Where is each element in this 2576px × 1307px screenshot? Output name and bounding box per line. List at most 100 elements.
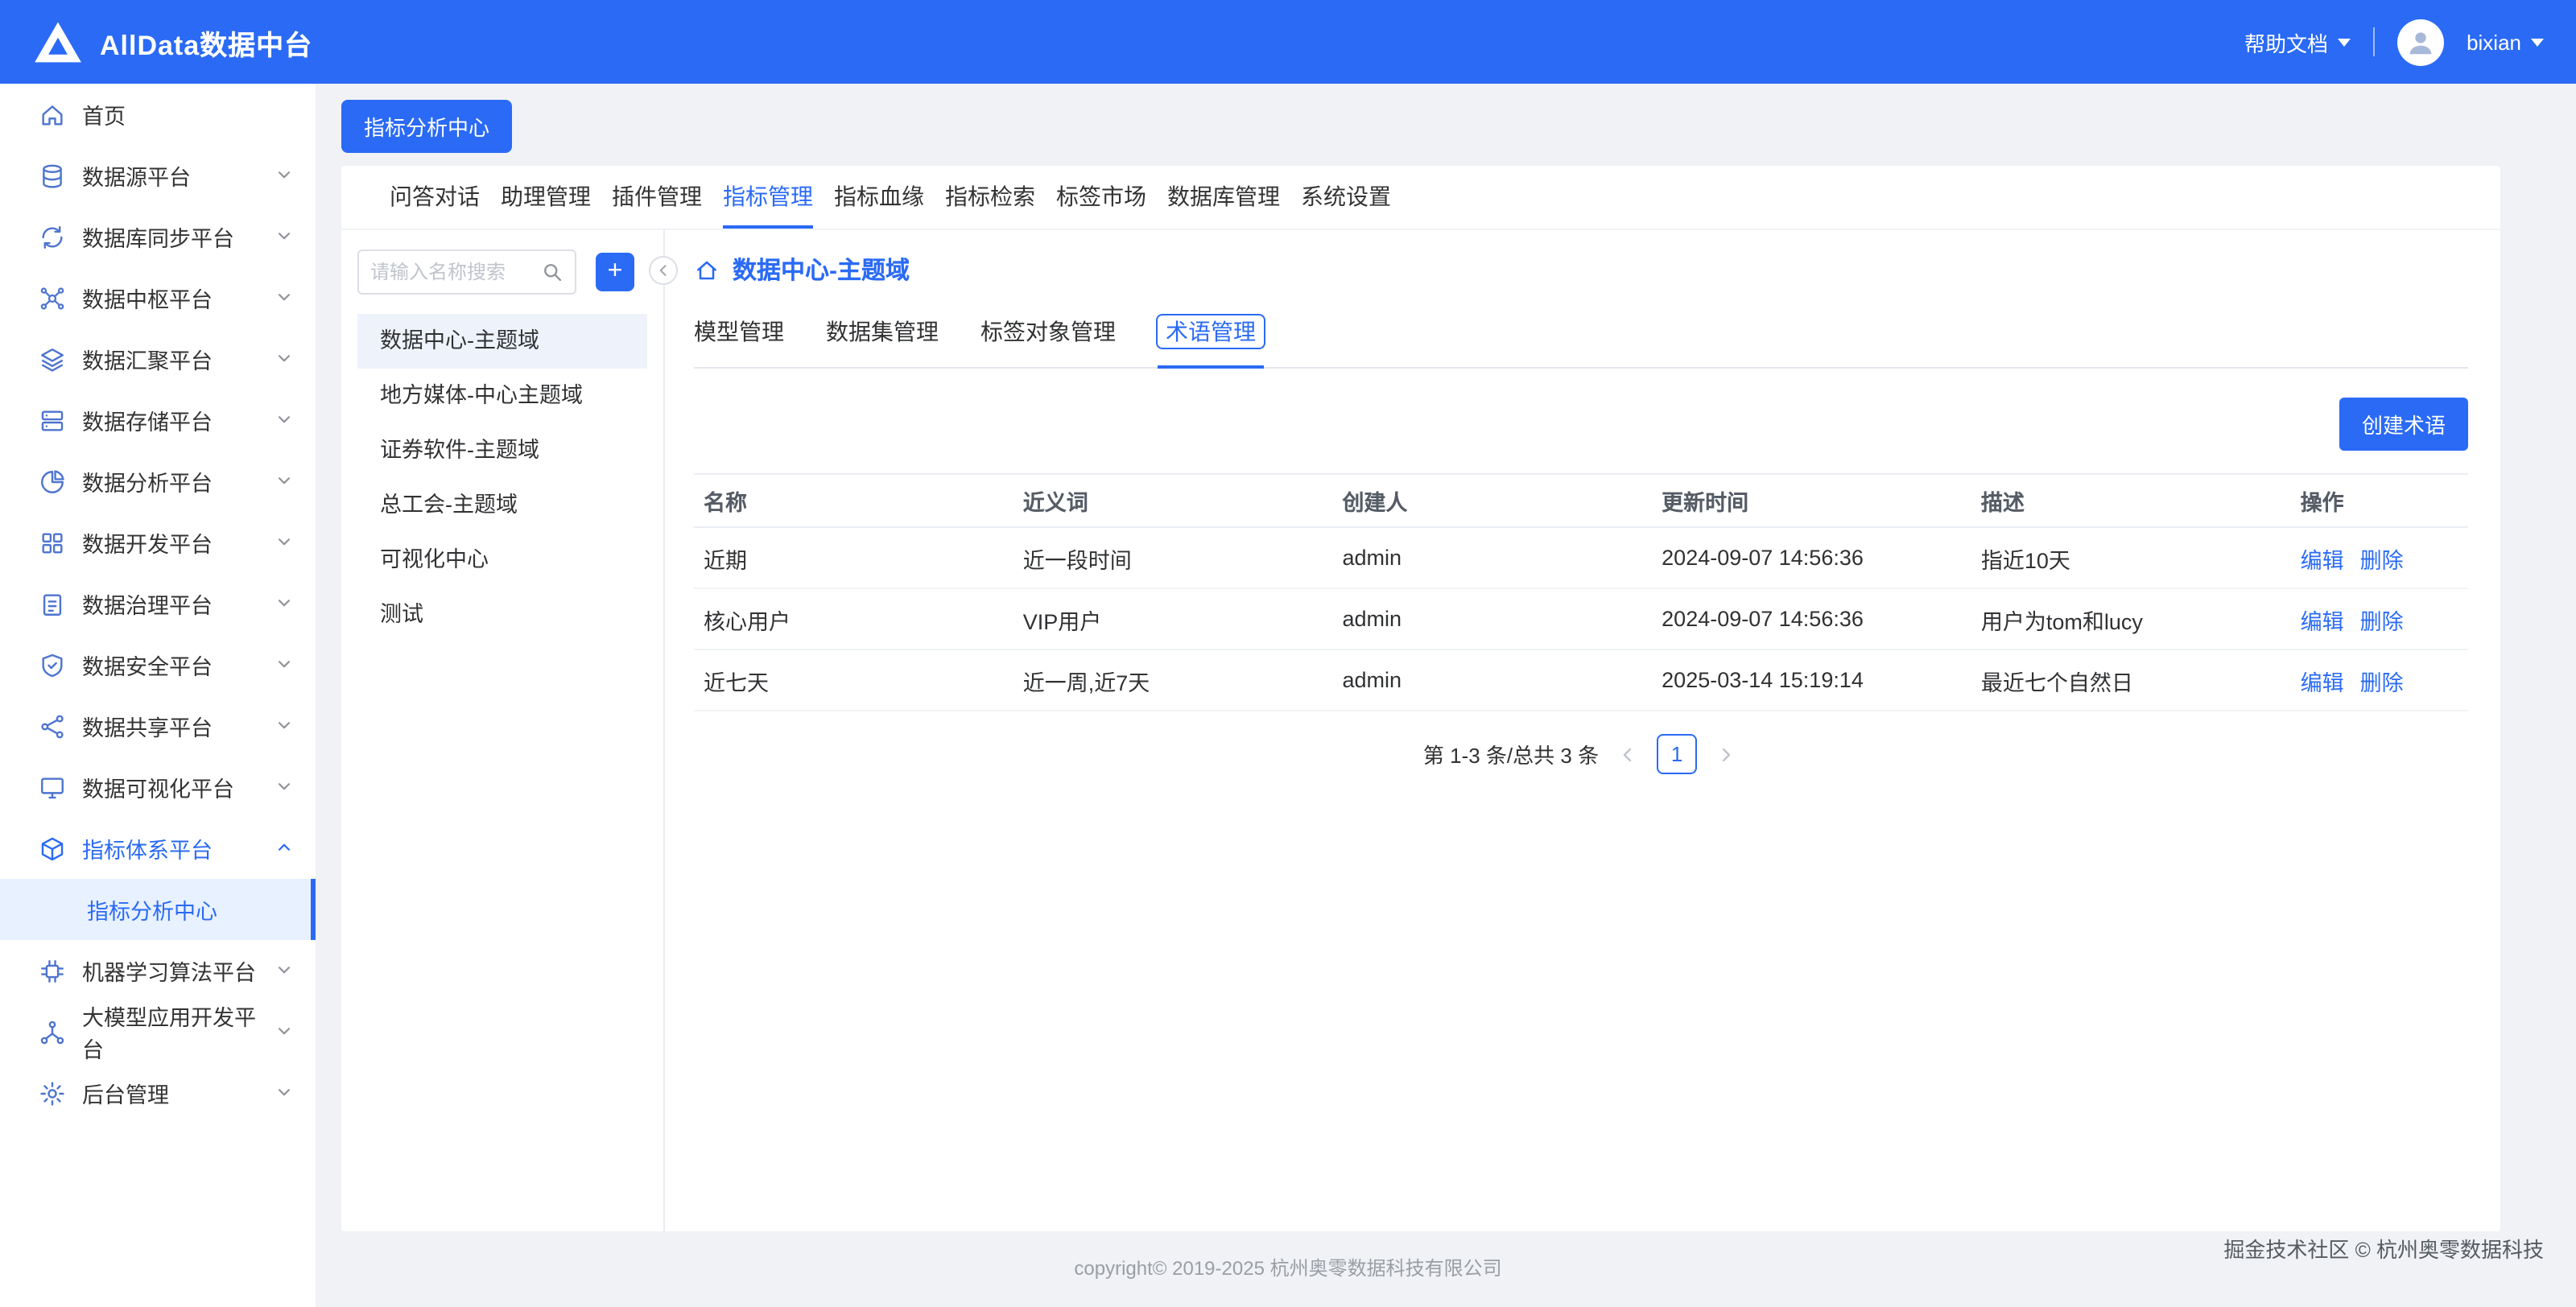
- edit-link[interactable]: 编辑: [2301, 664, 2344, 696]
- tab-label-market[interactable]: 标签市场: [1056, 166, 1146, 229]
- tab-system-settings[interactable]: 系统设置: [1301, 166, 1391, 229]
- chip-icon: [39, 957, 66, 984]
- molecule-icon: [39, 1018, 66, 1045]
- help-docs-link[interactable]: 帮助文档: [2244, 27, 2351, 57]
- sidebar-item-data-security[interactable]: 数据安全平台: [0, 634, 316, 695]
- chevron-down-icon: [275, 408, 293, 432]
- edit-link[interactable]: 编辑: [2301, 603, 2344, 635]
- app-window: AllData数据中台 帮助文档 bixian 首页: [0, 0, 2576, 1307]
- prev-page-button[interactable]: [1615, 741, 1641, 767]
- tab-metric-search[interactable]: 指标检索: [945, 166, 1035, 229]
- chevron-down-icon: [275, 469, 293, 493]
- pagination-summary: 第 1-3 条/总共 3 条: [1423, 739, 1599, 769]
- sidebar-item-data-storage[interactable]: 数据存储平台: [0, 390, 316, 451]
- content-card: 问答对话 助理管理 插件管理 指标管理 指标血缘 指标检索 标签市场 数据库管理…: [341, 166, 2500, 1231]
- sidebar-item-data-governance[interactable]: 数据治理平台: [0, 573, 316, 634]
- sidebar-item-data-analysis[interactable]: 数据分析平台: [0, 451, 316, 512]
- tab-qa-chat[interactable]: 问答对话: [390, 166, 480, 229]
- delete-link[interactable]: 删除: [2360, 664, 2404, 696]
- chevron-up-icon: [275, 836, 293, 860]
- col-synonym: 近义词: [1013, 484, 1333, 517]
- sidebar-item-data-dev[interactable]: 数据开发平台: [0, 512, 316, 573]
- table-row: 近七天 近一周,近7天 admin 2025-03-14 15:19:14 最近…: [694, 650, 2468, 711]
- col-updated: 更新时间: [1652, 484, 1971, 517]
- sidebar-item-data-visualization[interactable]: 数据可视化平台: [0, 757, 316, 818]
- chevron-down-icon: [275, 163, 293, 188]
- sidebar-item-admin[interactable]: 后台管理: [0, 1062, 316, 1124]
- table-row: 近期 近一段时间 admin 2024-09-07 14:56:36 指近10天…: [694, 528, 2468, 589]
- subject-item[interactable]: 可视化中心: [357, 533, 647, 588]
- sidebar-item-llm-platform[interactable]: 大模型应用开发平台: [0, 1001, 316, 1062]
- sidebar-item-db-sync[interactable]: 数据库同步平台: [0, 206, 316, 267]
- user-avatar[interactable]: [2397, 19, 2444, 65]
- cell-synonym: 近一周,近7天: [1013, 664, 1333, 696]
- tab-model-mgmt[interactable]: 模型管理: [694, 315, 784, 367]
- collapse-panel-button[interactable]: [649, 256, 678, 285]
- metrics-analysis-center-button[interactable]: 指标分析中心: [341, 100, 512, 153]
- tab-term-mgmt[interactable]: 术语管理: [1158, 315, 1264, 367]
- delete-link[interactable]: 删除: [2360, 542, 2404, 574]
- sidebar-item-ml-platform[interactable]: 机器学习算法平台: [0, 940, 316, 1001]
- sidebar-item-data-hub[interactable]: 数据中枢平台: [0, 267, 316, 328]
- chevron-left-icon: [1618, 744, 1637, 764]
- tab-metric-lineage[interactable]: 指标血缘: [834, 166, 924, 229]
- col-actions: 操作: [2291, 484, 2468, 517]
- sidebar-item-home[interactable]: 首页: [0, 84, 316, 145]
- sync-icon: [39, 223, 66, 250]
- add-subject-button[interactable]: +: [596, 253, 634, 291]
- table-row: 核心用户 VIP用户 admin 2024-09-07 14:56:36 用户为…: [694, 589, 2468, 650]
- home-icon: [694, 257, 720, 282]
- database-icon: [39, 162, 66, 189]
- person-icon: [2405, 27, 2436, 57]
- sidebar-item-data-share[interactable]: 数据共享平台: [0, 695, 316, 757]
- tab-dataset-mgmt[interactable]: 数据集管理: [826, 315, 939, 367]
- tab-assistant-mgmt[interactable]: 助理管理: [501, 166, 591, 229]
- sidebar-subitem-metrics-analysis-center[interactable]: 指标分析中心: [0, 879, 316, 940]
- chevron-down-icon: [275, 286, 293, 310]
- subject-item[interactable]: 证券软件-主题域: [357, 423, 647, 478]
- search-icon[interactable]: [541, 261, 564, 283]
- cell-synonym: 近一段时间: [1013, 542, 1333, 574]
- col-name: 名称: [694, 484, 1013, 517]
- tab-database-mgmt[interactable]: 数据库管理: [1167, 166, 1280, 229]
- col-desc: 描述: [1971, 484, 2291, 517]
- monitor-icon: [39, 773, 66, 801]
- module-tabs: 问答对话 助理管理 插件管理 指标管理 指标血缘 指标检索 标签市场 数据库管理…: [341, 166, 2500, 230]
- chevron-down-icon: [275, 530, 293, 555]
- subject-panel: + 数据中心-主题域 地方媒体-中心主题域 证券软件-主题域 总工会-主题域 可…: [341, 230, 663, 1231]
- sidebar-item-metrics-platform[interactable]: 指标体系平台: [0, 818, 316, 879]
- next-page-button[interactable]: [1713, 741, 1739, 767]
- sidebar-item-datasource[interactable]: 数据源平台: [0, 145, 316, 206]
- terms-table: 名称 近义词 创建人 更新时间 描述 操作 近期 近一段时间 admin: [694, 473, 2468, 711]
- subject-search-box: [357, 249, 576, 295]
- tab-plugin-mgmt[interactable]: 插件管理: [612, 166, 702, 229]
- subject-item[interactable]: 总工会-主题域: [357, 478, 647, 533]
- chevron-down-icon: [275, 1020, 293, 1044]
- pie-chart-icon: [39, 468, 66, 495]
- detail-tabs: 模型管理 数据集管理 标签对象管理 术语管理: [694, 315, 2468, 369]
- caret-down-icon: [2338, 38, 2351, 46]
- alldata-logo-icon: [32, 19, 84, 64]
- brand-title: AllData数据中台: [100, 22, 312, 62]
- delete-link[interactable]: 删除: [2360, 603, 2404, 635]
- subject-item[interactable]: 测试: [357, 588, 647, 642]
- chevron-down-icon: [275, 714, 293, 738]
- page-number-button[interactable]: 1: [1657, 734, 1697, 774]
- tab-label-object-mgmt[interactable]: 标签对象管理: [980, 315, 1116, 367]
- create-term-button[interactable]: 创建术语: [2339, 398, 2468, 451]
- chevron-down-icon: [275, 959, 293, 983]
- subject-search-input[interactable]: [370, 261, 541, 283]
- user-menu[interactable]: bixian: [2467, 30, 2544, 54]
- cell-updated: 2024-09-07 14:56:36: [1652, 546, 1971, 570]
- sidebar-item-data-aggregation[interactable]: 数据汇聚平台: [0, 328, 316, 390]
- main-area: 指标分析中心 问答对话 助理管理 插件管理 指标管理 指标血缘 指标检索 标签市…: [316, 84, 2576, 1307]
- subject-item[interactable]: 地方媒体-中心主题域: [357, 369, 647, 423]
- cell-name: 近期: [694, 542, 1013, 574]
- chevron-down-icon: [275, 347, 293, 371]
- tab-metric-mgmt[interactable]: 指标管理: [723, 166, 813, 229]
- gear-icon: [39, 1079, 66, 1107]
- cell-updated: 2024-09-07 14:56:36: [1652, 607, 1971, 631]
- edit-link[interactable]: 编辑: [2301, 542, 2344, 574]
- shield-icon: [39, 651, 66, 678]
- subject-item[interactable]: 数据中心-主题域: [357, 314, 647, 369]
